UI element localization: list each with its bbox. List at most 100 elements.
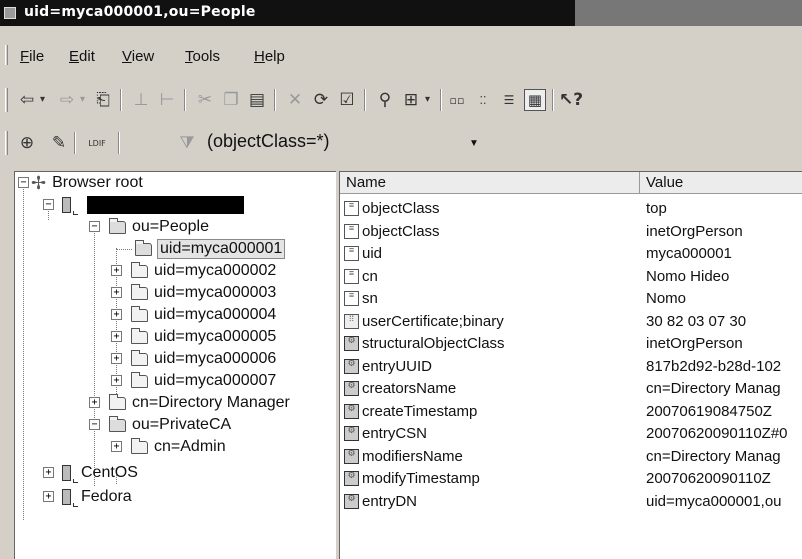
paste-icon[interactable]: ▤ (246, 89, 268, 111)
attribute-row[interactable]: ≡ sn Nomo (340, 288, 802, 310)
properties-icon[interactable]: ☑ (336, 89, 358, 111)
tree-server-redacted[interactable]: − (15, 194, 244, 216)
tree-item-privateca[interactable]: − ou=PrivateCA (15, 414, 231, 436)
tree-item-directory-manager[interactable]: + cn=Directory Manager (15, 392, 290, 414)
new-entry-icon[interactable]: ⊞ (400, 89, 422, 111)
attribute-name: objectClass (362, 200, 440, 217)
system-attribute-icon: ⚙ (344, 336, 359, 351)
attribute-row[interactable]: ≡ objectClass inetOrgPerson (340, 221, 802, 243)
attribute-row[interactable]: ≡ objectClass top (340, 198, 802, 220)
connect-icon[interactable]: ⊥ (130, 89, 152, 111)
menu-edit[interactable]: Edit (69, 48, 95, 65)
expand-icon[interactable]: + (111, 287, 122, 298)
attribute-list-pane[interactable]: Name Value ≡ objectClass top ≡ objectClass in… (339, 171, 802, 559)
tree-pane[interactable]: − ✢ Browser root − − ou=People uid=myca0… (14, 171, 336, 559)
new-entry-dropdown-icon[interactable]: ▾ (425, 94, 430, 105)
attribute-row[interactable]: ≡ uid myca000001 (340, 243, 802, 265)
expand-icon[interactable]: + (111, 331, 122, 342)
help-pointer-icon[interactable]: ↖? (559, 89, 583, 111)
back-icon[interactable]: ⇦ (16, 89, 38, 111)
system-attribute-icon: ⚙ (344, 381, 359, 396)
open-folder-icon (109, 217, 126, 234)
system-attribute-icon: ⚙ (344, 471, 359, 486)
attribute-row[interactable]: ⚙ modifyTimestamp 20070620090110Z (340, 468, 802, 490)
filter-dropdown-icon[interactable]: ▼ (469, 138, 479, 149)
attribute-name: sn (362, 290, 378, 307)
details-view-icon[interactable]: ▦ (524, 89, 546, 111)
back-dropdown-icon[interactable]: ▾ (40, 94, 45, 105)
filter-funnel-icon[interactable]: ⧩ (176, 132, 198, 154)
attribute-row[interactable]: ⚙ entryDN uid=myca000001,ou (340, 491, 802, 513)
disconnect-icon[interactable]: ⊢ (156, 89, 178, 111)
attribute-row[interactable]: ⚙ entryUUID 817b2d92-b28d-102 (340, 356, 802, 378)
attribute-row[interactable]: ≡ cn Nomo Hideo (340, 266, 802, 288)
title-bar[interactable]: uid=myca000001,ou=People (0, 0, 802, 26)
tree-item-user[interactable]: + uid=myca000005 (15, 326, 276, 348)
attribute-row[interactable]: ⚙ modifiersName cn=Directory Manag (340, 446, 802, 468)
forward-icon[interactable]: ⇨ (56, 89, 78, 111)
expand-icon[interactable]: + (111, 353, 122, 364)
tree-item-people[interactable]: − ou=People (15, 216, 209, 238)
attribute-row[interactable]: ⚙ createTimestamp 20070619084750Z (340, 401, 802, 423)
attribute-name: modifyTimestamp (362, 470, 480, 487)
main-toolbar: ⇦ ▾ ⇨ ▾ ⎗ ⊥ ⊢ ✂ ❐ ▤ ✕ ⟳ ☑ ⚲ ⊞ ▾ ▫▫ ⁚⁚ ☰ … (0, 83, 802, 117)
server-icon (62, 197, 78, 215)
tree-item-user[interactable]: + uid=myca000007 (15, 370, 276, 392)
expand-icon[interactable]: + (111, 265, 122, 276)
menu-tools[interactable]: Tools (185, 48, 220, 65)
collapse-icon[interactable]: − (89, 221, 100, 232)
expand-icon[interactable]: + (111, 375, 122, 386)
tree-root[interactable]: − ✢ Browser root (15, 172, 143, 194)
attribute-row[interactable]: ⚙ entryCSN 20070620090110Z#0 (340, 423, 802, 445)
tree-item-user[interactable]: + uid=myca000002 (15, 260, 276, 282)
expand-icon[interactable]: + (89, 397, 100, 408)
attribute-row[interactable]: ⁞⁞ userCertificate;binary 30 82 03 07 30 (340, 311, 802, 333)
new-filter-icon[interactable]: ⊕ (16, 132, 38, 154)
attribute-value: 817b2d92-b28d-102 (646, 357, 782, 375)
column-header-name[interactable]: Name (340, 172, 640, 194)
collapse-icon[interactable]: − (43, 199, 54, 210)
server-icon (62, 465, 78, 483)
menu-view[interactable]: View (122, 48, 154, 65)
tree-item-user-selected[interactable]: uid=myca000001 (15, 238, 286, 260)
collapse-icon[interactable]: − (89, 419, 100, 430)
forward-dropdown-icon[interactable]: ▾ (80, 94, 85, 105)
large-icons-view-icon[interactable]: ▫▫ (446, 89, 468, 111)
attribute-name: entryCSN (362, 425, 428, 442)
root-node-icon: ✢ (31, 172, 47, 193)
delete-icon[interactable]: ✕ (284, 89, 306, 111)
expand-icon[interactable]: + (43, 491, 54, 502)
filter-input[interactable]: (objectClass=*) (207, 131, 330, 152)
up-folder-icon[interactable]: ⎗ (92, 89, 114, 111)
tree-item-centos[interactable]: + CentOS (15, 462, 138, 484)
column-header-value[interactable]: Value (640, 172, 802, 194)
tree-item-user[interactable]: + uid=myca000004 (15, 304, 276, 326)
expand-icon[interactable]: + (111, 441, 122, 452)
collapse-icon[interactable]: − (18, 177, 29, 188)
small-icons-view-icon[interactable]: ⁚⁚ (472, 89, 494, 111)
tree-item-user[interactable]: + uid=myca000003 (15, 282, 276, 304)
find-icon[interactable]: ⚲ (374, 89, 396, 111)
attribute-row[interactable]: ⚙ creatorsName cn=Directory Manag (340, 378, 802, 400)
cut-icon[interactable]: ✂ (194, 89, 216, 111)
folder-icon (131, 283, 148, 300)
attribute-row[interactable]: ⚙ structuralObjectClass inetOrgPerson (340, 333, 802, 355)
attribute-name: objectClass (362, 222, 440, 240)
list-view-icon[interactable]: ☰ (498, 89, 520, 111)
attribute-name: creatorsName (362, 380, 457, 397)
tree-item-admin[interactable]: + cn=Admin (15, 436, 226, 458)
menu-file[interactable]: File (20, 48, 44, 65)
copy-icon[interactable]: ❐ (220, 89, 242, 111)
refresh-icon[interactable]: ⟳ (310, 89, 332, 111)
edit-filter-icon[interactable]: ✎ (48, 132, 70, 154)
tree-item-user[interactable]: + uid=myca000006 (15, 348, 276, 370)
menu-help[interactable]: Help (254, 48, 285, 65)
window-icon[interactable] (4, 7, 16, 19)
folder-icon (131, 305, 148, 322)
expand-icon[interactable]: + (111, 309, 122, 320)
attribute-name: uid (362, 245, 383, 262)
tree-item-fedora[interactable]: + Fedora (15, 486, 132, 508)
window-title: uid=myca000001,ou=People (24, 4, 256, 20)
ldif-icon[interactable]: LDIF (80, 132, 114, 154)
expand-icon[interactable]: + (43, 467, 54, 478)
